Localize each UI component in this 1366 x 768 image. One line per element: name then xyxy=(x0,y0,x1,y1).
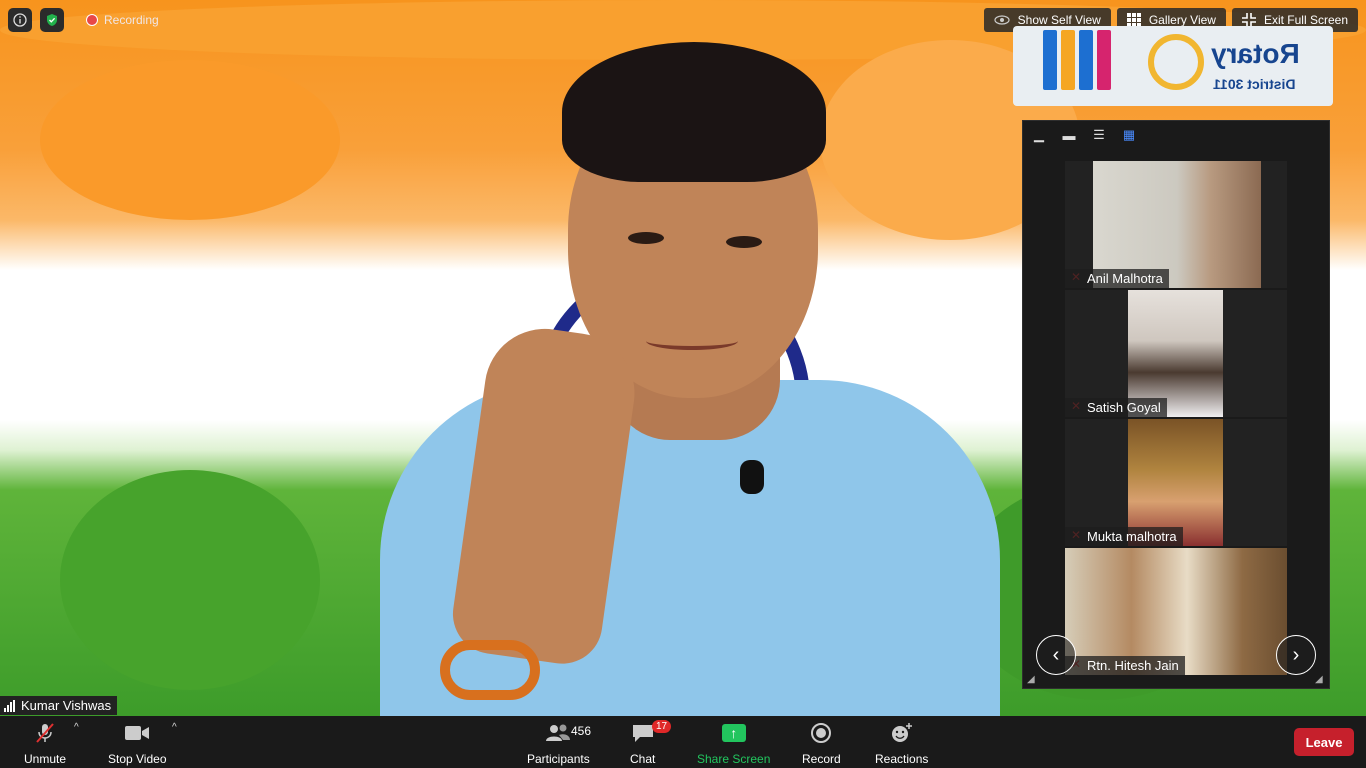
participant-name: Rtn. Hitesh Jain xyxy=(1065,656,1185,675)
recording-dot-icon xyxy=(86,14,98,26)
video-options-caret-icon[interactable]: ^ xyxy=(172,722,177,733)
recording-label: Recording xyxy=(104,13,159,27)
record-icon xyxy=(810,720,832,746)
rotary-name: Rotary xyxy=(1211,38,1300,69)
minimize-icon[interactable]: ▁ xyxy=(1031,127,1047,143)
meeting-toolbar: Unmute ^ Stop Video ^ 456 Participants 1… xyxy=(0,716,1366,768)
active-speaker-label: Kumar Vishwas xyxy=(0,696,118,715)
video-camera-icon xyxy=(124,720,150,746)
speaker-name: Kumar Vishwas xyxy=(21,698,112,713)
participant-tile[interactable]: ✕ Anil Malhotra xyxy=(1065,161,1287,288)
meeting-status-bar: Recording xyxy=(8,8,159,32)
eye-icon xyxy=(994,15,1010,25)
signal-strength-icon xyxy=(4,699,15,712)
leave-button[interactable]: Leave xyxy=(1294,728,1354,756)
rotary-overlay-logo: Rotary District 3011 xyxy=(1013,26,1333,106)
gallery-next-button[interactable]: › xyxy=(1276,635,1316,675)
participant-tile[interactable]: ✕ Mukta malhotra xyxy=(1065,419,1287,546)
share-screen-button[interactable]: ↑ Share Screen xyxy=(697,720,770,766)
lapel-mic xyxy=(740,460,764,494)
shield-icon[interactable] xyxy=(40,8,64,32)
participants-count: 456 xyxy=(571,724,592,738)
doors-graphic xyxy=(1043,30,1111,90)
grid-icon xyxy=(1126,13,1141,27)
participant-name: Mukta malhotra xyxy=(1065,527,1183,546)
gallery-panel: ▁ ▬ ☰ ▦ ✕ Anil Malhotra ✕ Satish Goyal ✕… xyxy=(1022,120,1330,689)
gallery-prev-button[interactable]: ‹ xyxy=(1036,635,1076,675)
grid-layout-icon[interactable]: ▦ xyxy=(1121,127,1137,143)
record-button[interactable]: Record xyxy=(802,720,841,766)
unmute-button[interactable]: Unmute xyxy=(24,720,66,766)
chat-unread-badge: 17 xyxy=(652,720,672,733)
exit-fullscreen-icon xyxy=(1241,13,1256,27)
chat-bubble-icon xyxy=(631,720,655,746)
chevron-left-icon: ‹ xyxy=(1052,643,1060,666)
gallery-layout-toolbar: ▁ ▬ ☰ ▦ xyxy=(1031,127,1137,143)
participants-button[interactable]: 456 Participants xyxy=(527,720,592,766)
share-screen-icon: ↑ xyxy=(721,724,746,742)
participant-tile[interactable]: ✕ Rtn. Hitesh Jain xyxy=(1065,548,1287,675)
rotary-district: District 3011 xyxy=(1213,76,1296,92)
speaker-layout-icon[interactable]: ▬ xyxy=(1061,127,1077,143)
resize-handle-icon[interactable]: ◢ xyxy=(1027,674,1037,685)
stop-video-button[interactable]: Stop Video xyxy=(108,720,167,766)
participants-icon xyxy=(544,720,572,746)
reactions-button[interactable]: Reactions xyxy=(875,720,928,766)
info-icon[interactable] xyxy=(8,8,32,32)
smiley-plus-icon xyxy=(890,720,914,746)
audio-options-caret-icon[interactable]: ^ xyxy=(74,722,79,733)
chat-button[interactable]: 17 Chat xyxy=(630,720,672,766)
rotary-wheel-icon xyxy=(1148,34,1204,90)
mic-muted-icon xyxy=(34,720,56,746)
resize-handle-icon[interactable]: ◢ xyxy=(1315,674,1325,685)
chevron-right-icon: › xyxy=(1292,643,1300,666)
participant-tile[interactable]: ✕ Satish Goyal xyxy=(1065,290,1287,417)
recording-indicator[interactable]: Recording xyxy=(86,13,159,27)
participant-name: Satish Goyal xyxy=(1065,398,1167,417)
participant-name: Anil Malhotra xyxy=(1065,269,1169,288)
strip-layout-icon[interactable]: ☰ xyxy=(1091,127,1107,143)
